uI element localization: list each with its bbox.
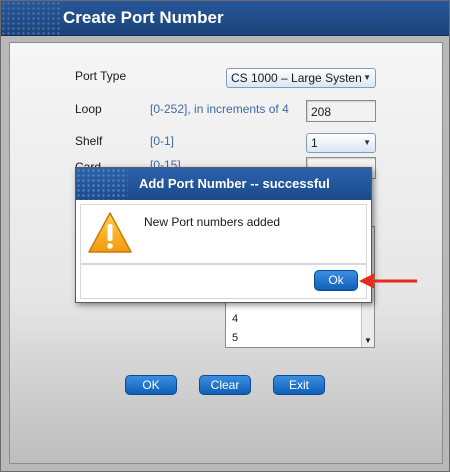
loop-input[interactable]: 208 (306, 100, 376, 122)
dialog-title: Add Port Number -- successful (139, 176, 330, 191)
dialog-ok-button[interactable]: Ok (314, 270, 358, 291)
list-item[interactable]: 4 (232, 313, 238, 325)
dialog-title-pattern (76, 168, 128, 200)
dialog-message: New Port numbers added (144, 215, 281, 229)
exit-button[interactable]: Exit (273, 375, 325, 395)
dialog-footer: Ok (80, 264, 367, 299)
chevron-down-icon: ▼ (363, 138, 371, 147)
dialog-body: New Port numbers added (80, 204, 367, 264)
chevron-down-icon: ▼ (363, 73, 371, 82)
scroll-down-icon[interactable]: ▼ (364, 336, 372, 345)
loop-hint: [0-252], in increments of 4 (150, 102, 289, 116)
title-bar-pattern (1, 1, 61, 35)
loop-label: Loop (75, 102, 102, 116)
port-type-label: Port Type (75, 69, 127, 83)
port-type-select[interactable]: CS 1000 – Large Systen ▼ (226, 68, 376, 88)
shelf-label: Shelf (75, 134, 103, 148)
list-item[interactable]: 5 (232, 332, 238, 344)
port-type-value: CS 1000 – Large Systen (231, 71, 362, 85)
clear-button[interactable]: Clear (199, 375, 251, 395)
ok-button[interactable]: OK (125, 375, 177, 395)
shelf-hint: [0-1] (150, 134, 175, 148)
warning-icon (88, 212, 132, 253)
shelf-value: 1 (311, 136, 318, 150)
title-bar: Create Port Number (1, 1, 449, 36)
red-arrow-annotation (359, 273, 417, 289)
dialog-title-bar: Add Port Number -- successful (76, 168, 371, 200)
shelf-select[interactable]: 1 ▼ (306, 133, 376, 153)
success-dialog: Add Port Number -- successful New Port n… (75, 167, 372, 303)
window-title: Create Port Number (63, 8, 224, 27)
